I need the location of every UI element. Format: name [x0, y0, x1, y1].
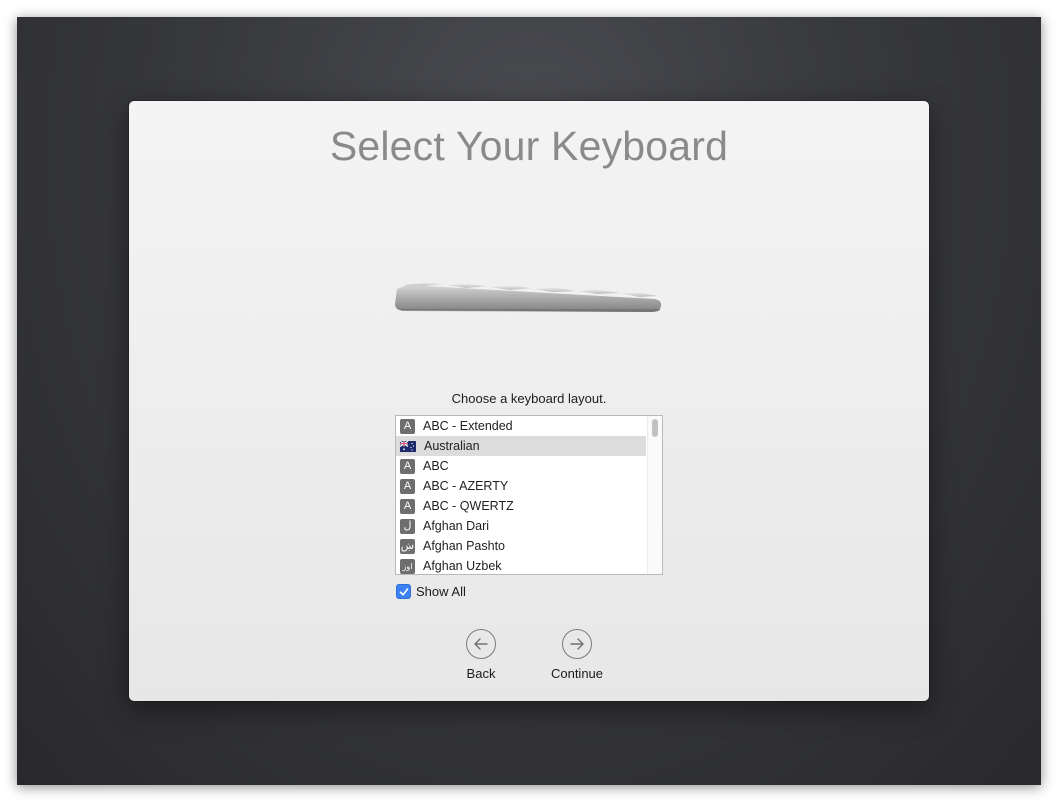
setup-assistant-panel: Select Your Keyboard Choose a keyboard l… — [129, 101, 929, 701]
letter-a-icon: A — [400, 418, 415, 434]
layout-list-item[interactable]: اوز Afghan Uzbek — [396, 556, 646, 574]
layout-list-item[interactable]: ښ Afghan Pashto — [396, 536, 646, 556]
layout-list-item-selected[interactable]: Australian — [396, 436, 646, 456]
layout-list-item[interactable]: A ABC - QWERTZ — [396, 496, 646, 516]
show-all-label: Show All — [416, 584, 466, 599]
layout-list-item[interactable]: ل Afghan Dari — [396, 516, 646, 536]
pashto-script-icon: ښ — [400, 538, 415, 554]
letter-a-icon: A — [400, 478, 415, 494]
continue-label: Continue — [550, 666, 604, 681]
continue-button[interactable]: Continue — [541, 629, 613, 681]
back-button[interactable]: Back — [451, 629, 511, 681]
page-title: Select Your Keyboard — [329, 123, 729, 169]
desktop-background: Select Your Keyboard Choose a keyboard l… — [17, 17, 1041, 785]
layout-label: ABC - Extended — [423, 419, 513, 433]
layout-label: ABC - AZERTY — [423, 479, 509, 493]
australia-flag-icon — [400, 440, 416, 452]
layout-label: Afghan Uzbek — [423, 559, 502, 573]
show-all-checkbox[interactable] — [396, 584, 411, 599]
keyboard-layout-list[interactable]: A ABC - Extended Australian A ABC A ABC … — [395, 415, 663, 575]
layout-label: Australian — [424, 439, 480, 453]
layout-label: Afghan Pashto — [423, 539, 506, 553]
letter-a-icon: A — [400, 498, 415, 514]
back-label: Back — [466, 666, 496, 681]
layout-list-item[interactable]: A ABC - Extended — [396, 416, 646, 436]
uzbek-script-icon: اوز — [400, 558, 415, 574]
dari-script-icon: ل — [400, 518, 415, 534]
layout-list-item[interactable]: A ABC — [396, 456, 646, 476]
keyboard-illustration — [395, 283, 662, 312]
letter-a-icon: A — [400, 458, 415, 474]
back-arrow-icon — [466, 629, 496, 659]
list-scrollbar[interactable] — [647, 416, 662, 574]
layout-prompt: Choose a keyboard layout. — [451, 391, 607, 406]
forward-arrow-icon — [562, 629, 592, 659]
layout-label: ABC — [423, 459, 449, 473]
scrollbar-thumb[interactable] — [652, 419, 658, 437]
checkmark-icon — [399, 587, 408, 596]
show-all-checkbox-row[interactable]: Show All — [396, 584, 466, 599]
layout-label: Afghan Dari — [423, 519, 490, 533]
layout-list-item[interactable]: A ABC - AZERTY — [396, 476, 646, 496]
layout-label: ABC - QWERTZ — [423, 499, 514, 513]
